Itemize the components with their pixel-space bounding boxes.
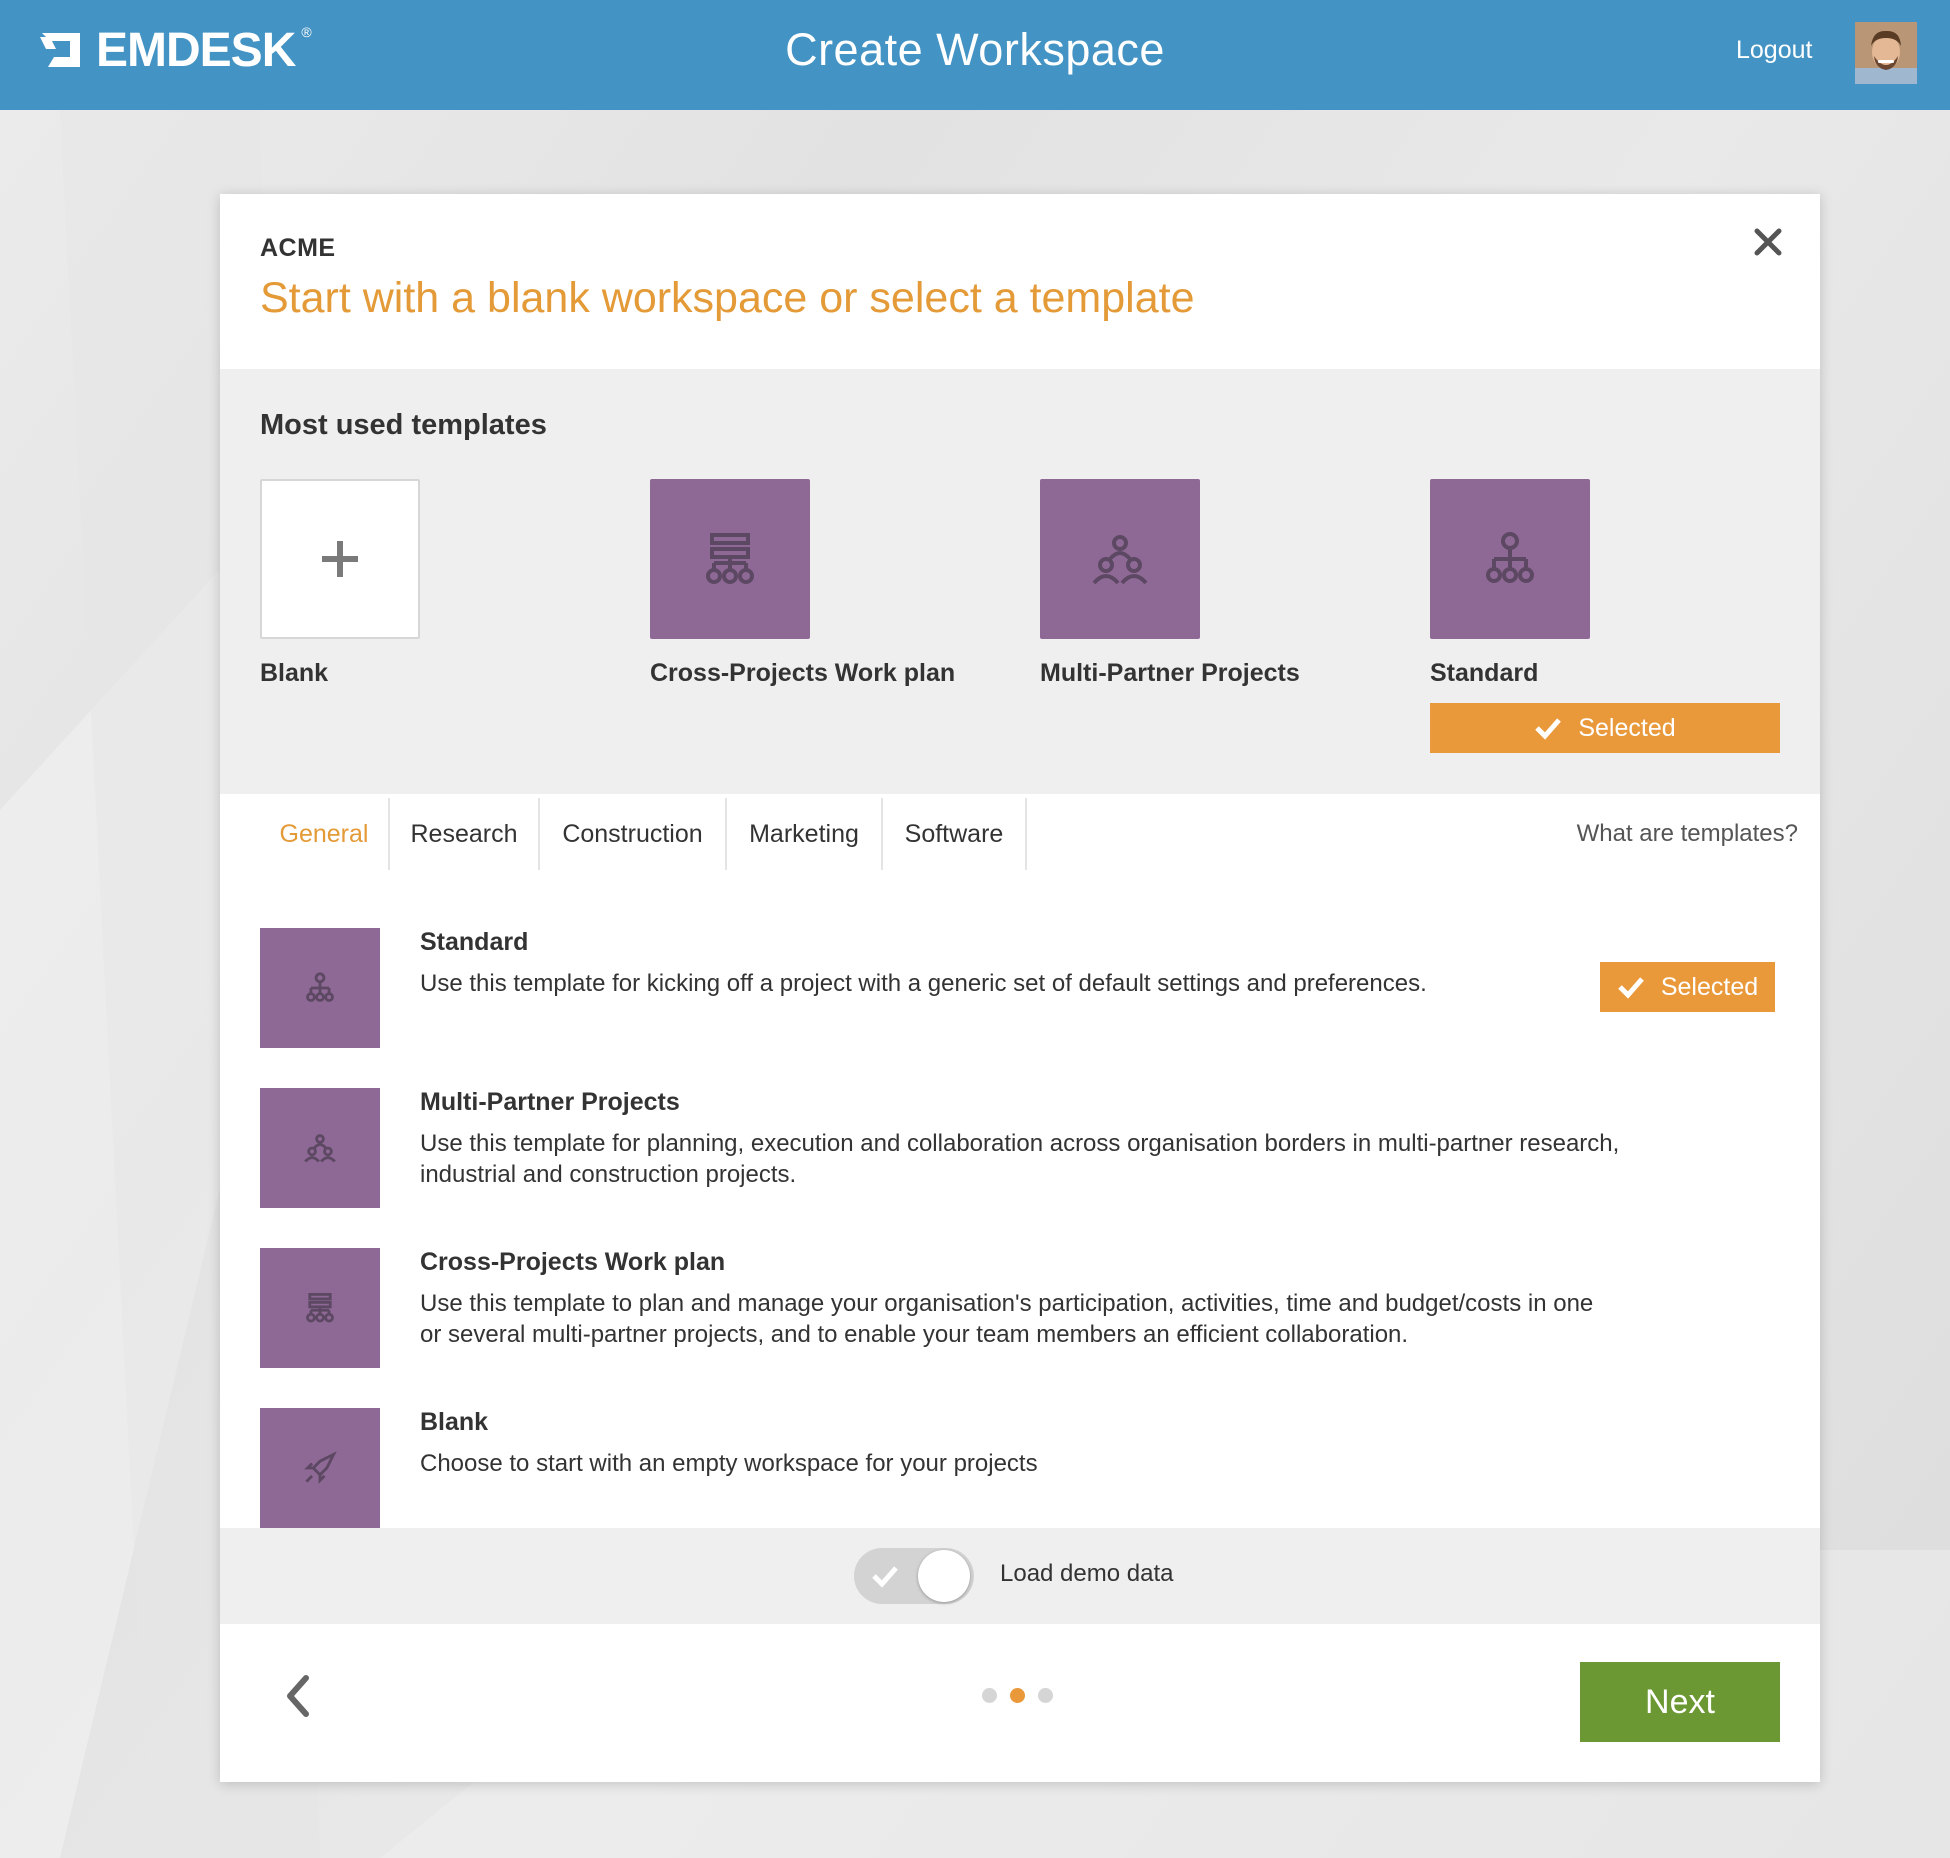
template-row-cross-projects[interactable]: Cross-Projects Work plan Use this templa…: [260, 1248, 1790, 1368]
template-description: Use this template for planning, executio…: [420, 1130, 1620, 1188]
tab-software[interactable]: Software: [883, 798, 1027, 870]
organization-name: ACME: [260, 234, 336, 262]
tab-label: General: [279, 819, 369, 848]
next-button[interactable]: Next: [1580, 1662, 1780, 1742]
page-title: Create Workspace: [785, 24, 1165, 75]
selected-label: Selected: [1660, 972, 1759, 1001]
section-title: Most used templates: [260, 409, 547, 441]
step-dot: [1038, 1688, 1053, 1703]
rocket-icon: [304, 1451, 337, 1484]
hierarchy-icon: [1486, 532, 1534, 583]
tab-label: Software: [904, 819, 1004, 848]
template-card-blank[interactable]: Blank: [260, 479, 610, 688]
what-are-templates-link[interactable]: What are templates?: [1577, 798, 1798, 870]
template-card-standard[interactable]: Standard: [1430, 479, 1780, 688]
template-row-multi-partner[interactable]: Multi-Partner Projects Use this template…: [260, 1088, 1790, 1208]
tab-label: Research: [410, 819, 518, 848]
demo-data-section: Load demo data: [220, 1528, 1820, 1624]
tab-construction[interactable]: Construction: [540, 798, 727, 870]
template-name: Standard: [420, 928, 529, 956]
multi-partner-row-tile[interactable]: [260, 1088, 380, 1208]
standard-row-tile[interactable]: [260, 928, 380, 1048]
create-workspace-dialog: ACME Start with a blank workspace or sel…: [220, 194, 1820, 1782]
template-name: Blank: [420, 1408, 489, 1436]
work-plan-icon: [706, 533, 754, 584]
card-label: Multi-Partner Projects: [1040, 659, 1300, 687]
cross-projects-tile[interactable]: [650, 479, 810, 639]
template-row-standard[interactable]: Standard Use this template for kicking o…: [260, 928, 1790, 1048]
tab-general[interactable]: General: [260, 798, 390, 870]
template-description: Use this template to plan and manage you…: [420, 1290, 1594, 1348]
multi-partner-tile[interactable]: [1040, 479, 1200, 639]
user-avatar[interactable]: [1855, 22, 1917, 84]
partners-icon: [304, 1134, 336, 1163]
demo-data-label: Load demo data: [1000, 1560, 1174, 1587]
check-icon: [872, 1566, 898, 1588]
selected-button-standard[interactable]: Selected: [1430, 703, 1780, 753]
template-row-blank[interactable]: Blank Choose to start with an empty work…: [260, 1408, 1790, 1528]
work-plan-icon: [306, 1292, 334, 1323]
load-demo-data-toggle[interactable]: [854, 1548, 974, 1604]
template-name: Cross-Projects Work plan: [420, 1248, 726, 1276]
plus-icon: [322, 541, 358, 577]
selected-label: Selected: [1578, 713, 1676, 742]
cross-projects-row-tile[interactable]: [260, 1248, 380, 1368]
tab-research[interactable]: Research: [390, 798, 540, 870]
top-navbar: EMDESK ® Create Workspace Logout: [0, 0, 1950, 110]
template-card-cross-projects[interactable]: Cross-Projects Work plan: [650, 479, 1000, 688]
logout-link[interactable]: Logout: [1736, 36, 1812, 65]
template-category-tabs: General Research Construction Marketing …: [220, 798, 1820, 870]
standard-tile[interactable]: [1430, 479, 1590, 639]
check-icon: [1535, 718, 1562, 740]
hierarchy-icon: [306, 972, 334, 1002]
tab-label: Construction: [562, 819, 703, 848]
most-used-templates-section: Most used templates Blank Cross-Projects…: [220, 369, 1820, 794]
close-icon[interactable]: [1750, 224, 1786, 260]
card-label: Standard: [1430, 659, 1539, 687]
template-name: Multi-Partner Projects: [420, 1088, 680, 1116]
dialog-heading: Start with a blank workspace or select a…: [260, 274, 1195, 322]
tab-label: Marketing: [749, 819, 859, 848]
avatar-image: [1855, 22, 1917, 84]
check-icon: [1618, 977, 1644, 999]
toggle-knob: [918, 1550, 970, 1602]
blank-row-tile[interactable]: [260, 1408, 380, 1528]
card-label: Cross-Projects Work plan: [650, 659, 956, 687]
selected-button-row-standard[interactable]: Selected: [1600, 962, 1775, 1012]
step-pager: [982, 1688, 1053, 1703]
step-dot-active: [1010, 1688, 1025, 1703]
template-description: Use this template for kicking off a proj…: [420, 970, 1427, 997]
tab-marketing[interactable]: Marketing: [727, 798, 883, 870]
blank-tile[interactable]: [260, 479, 420, 639]
card-label: Blank: [260, 659, 329, 687]
template-description: Choose to start with an empty workspace …: [420, 1450, 1038, 1477]
step-dot: [982, 1688, 997, 1703]
template-card-multi-partner[interactable]: Multi-Partner Projects: [1040, 479, 1390, 688]
partners-icon: [1092, 535, 1148, 585]
back-chevron-icon[interactable]: [282, 1674, 312, 1718]
